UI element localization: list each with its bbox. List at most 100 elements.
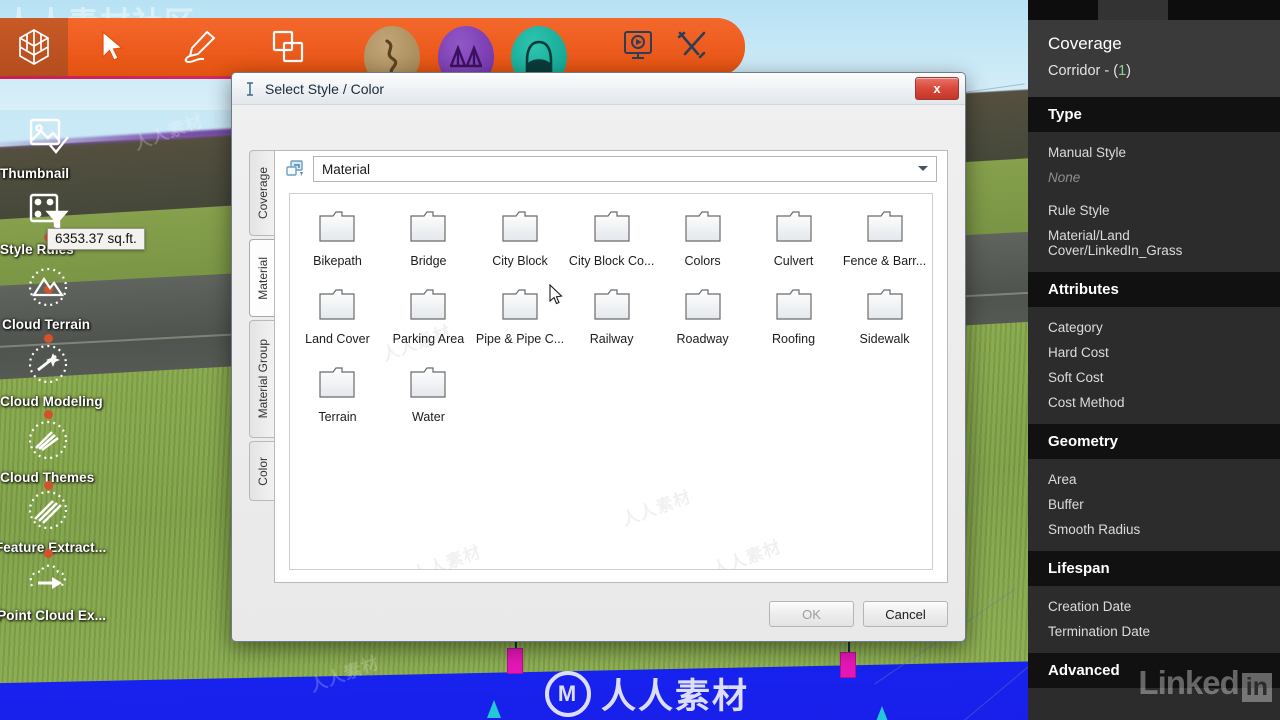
category-combobox-value: Material: [322, 161, 371, 177]
folder-item[interactable]: Land Cover: [292, 282, 383, 360]
folder-label: Colors: [684, 254, 721, 268]
property-row-rule-style[interactable]: Rule Style: [1028, 190, 1280, 223]
sidebar-item-point-cloud-terrain[interactable]: Point Cloud Terrain: [0, 265, 212, 332]
watermark-linkedin: Linked in: [1138, 664, 1272, 702]
folder-icon: [410, 289, 447, 320]
folder-icon: [684, 211, 721, 242]
folder-icon: [319, 367, 356, 398]
property-row-area[interactable]: Area: [1028, 467, 1280, 492]
cancel-button[interactable]: Cancel: [863, 601, 948, 627]
select-arrow-icon[interactable]: [68, 18, 156, 76]
tools-wrench-icon[interactable]: [676, 30, 708, 65]
screen: 人人素材社区 人人素材 人人素材 人人素材 人人素材: [0, 0, 1280, 720]
property-row-smooth-radius[interactable]: Smooth Radius: [1028, 517, 1280, 542]
sidebar-item-label: Thumbnail: [0, 166, 70, 181]
tab-material-group[interactable]: Material Group: [249, 320, 275, 438]
tab-label: Material: [255, 256, 270, 300]
property-row-buffer[interactable]: Buffer: [1028, 492, 1280, 517]
folder-item[interactable]: Fence & Barr...: [839, 204, 930, 282]
folder-icon: [410, 211, 447, 242]
folder-icon: [410, 367, 447, 398]
tab-coverage[interactable]: Coverage: [249, 150, 275, 236]
property-row-manual-style[interactable]: Manual Style: [1028, 140, 1280, 165]
tab-label: Material Group: [255, 339, 270, 419]
property-row-hard-cost[interactable]: Hard Cost: [1028, 340, 1280, 365]
sidebar-item-point-cloud-modeling[interactable]: Point Cloud Modeling: [0, 342, 208, 409]
folder-item[interactable]: Terrain: [292, 360, 383, 438]
folder-item[interactable]: Roofing: [748, 282, 839, 360]
property-row-soft-cost[interactable]: Soft Cost: [1028, 365, 1280, 390]
tab-color[interactable]: Color: [249, 441, 275, 501]
folder-item[interactable]: Water: [383, 360, 474, 438]
property-value-rule-style[interactable]: Material/Land Cover/LinkedIn_Grass: [1028, 223, 1280, 263]
property-row-termination-date[interactable]: Termination Date: [1028, 619, 1280, 644]
section-header-type[interactable]: Type: [1028, 97, 1280, 132]
sidebar-item-point-cloud-themes[interactable]: Point Cloud Themes: [0, 418, 208, 485]
folder-label: Culvert: [773, 254, 814, 268]
folder-item[interactable]: Railway: [566, 282, 657, 360]
folder-label: Bikepath: [313, 254, 362, 268]
ok-button[interactable]: OK: [769, 601, 854, 627]
property-value-manual-style[interactable]: None: [1028, 165, 1280, 190]
folder-item[interactable]: City Block Co...: [566, 204, 657, 282]
folder-label: Fence & Barr...: [842, 254, 927, 268]
area-tooltip: 6353.37 sq.ft.: [47, 228, 145, 250]
folder-label: Bridge: [410, 254, 447, 268]
watermark-dialog-3: 人人素材: [409, 542, 484, 570]
watermark-dialog-4: 人人素材: [709, 537, 784, 570]
home-cube-icon[interactable]: [0, 18, 68, 76]
folder-icon: [319, 289, 356, 320]
selection-count: 1: [1118, 63, 1127, 79]
properties-sidebar[interactable]: Coverage Corridor - (1) Type Manual Styl…: [1028, 0, 1280, 720]
thumbnail-icon: [29, 118, 69, 154]
select-style-color-dialog[interactable]: Select Style / Color x Coverage Material…: [231, 72, 966, 642]
sidebar-tab-3[interactable]: [1168, 0, 1238, 20]
folder-label: Land Cover: [305, 332, 370, 346]
toolbar-right-group[interactable]: [622, 30, 708, 65]
text-cursor-icon: [242, 81, 258, 97]
folder-item[interactable]: Sidewalk: [839, 282, 930, 360]
sidebar-tab-1[interactable]: [1028, 0, 1098, 20]
section-header-attributes[interactable]: Attributes: [1028, 272, 1280, 307]
property-row-creation-date[interactable]: Creation Date: [1028, 594, 1280, 619]
property-row-cost-method[interactable]: Cost Method: [1028, 390, 1280, 415]
close-icon[interactable]: x: [915, 77, 959, 100]
folder-label: City Block: [492, 254, 548, 268]
point-cloud-terrain-icon: [28, 267, 68, 307]
dialog-vertical-tabs[interactable]: Coverage Material Material Group Color: [249, 150, 275, 504]
folder-item[interactable]: Roadway: [657, 282, 748, 360]
pencil-draw-icon[interactable]: [156, 18, 244, 76]
property-row-category[interactable]: Category: [1028, 315, 1280, 340]
sidebar-item-linear-feature-extract[interactable]: Linear Feature Extract...: [0, 488, 202, 555]
folder-grid[interactable]: Bikepath Bridge City Block City Block Co…: [290, 194, 932, 438]
sidebar-item-export-point-cloud[interactable]: Export Point Cloud Ex...: [0, 556, 202, 623]
watermark-linkedin-in: in: [1241, 673, 1272, 702]
category-combobox[interactable]: Material: [313, 156, 937, 182]
folder-icon: [866, 211, 903, 242]
chevron-down-icon[interactable]: [918, 166, 928, 171]
style-source-icon: [285, 159, 305, 179]
folder-item[interactable]: Bridge: [383, 204, 474, 282]
tab-material[interactable]: Material: [249, 239, 275, 317]
section-header-lifespan[interactable]: Lifespan: [1028, 551, 1280, 586]
duplicate-shapes-icon[interactable]: [244, 18, 332, 76]
sidebar-subject: Corridor - (1): [1048, 63, 1260, 79]
sidebar-top-tabs[interactable]: [1028, 0, 1280, 20]
dialog-footer: OK Cancel: [769, 601, 948, 627]
folder-icon: [319, 211, 356, 242]
folder-item[interactable]: Culvert: [748, 204, 839, 282]
folder-label: Roofing: [772, 332, 816, 346]
folder-item[interactable]: Colors: [657, 204, 748, 282]
folder-grid-container[interactable]: Bikepath Bridge City Block City Block Co…: [289, 193, 933, 570]
sidebar-tab-2-active[interactable]: [1098, 0, 1168, 20]
dialog-title: Select Style / Color: [265, 80, 385, 97]
dialog-title-bar[interactable]: Select Style / Color x: [232, 73, 965, 105]
sidebar-item-thumbnail[interactable]: Thumbnail: [0, 114, 230, 181]
folder-item[interactable]: City Block: [474, 204, 566, 282]
presentation-icon[interactable]: [622, 30, 654, 65]
folder-icon: [775, 289, 812, 320]
page-title: Coverage: [1048, 34, 1122, 53]
sidebar-header: Coverage Corridor - (1): [1028, 20, 1280, 97]
section-header-geometry[interactable]: Geometry: [1028, 424, 1280, 459]
folder-item[interactable]: Bikepath: [292, 204, 383, 282]
